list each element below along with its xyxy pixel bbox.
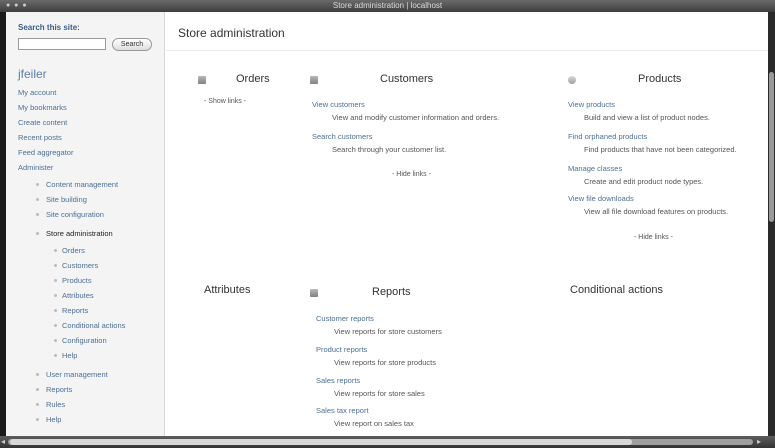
sidebar-item-my-account[interactable]: My account xyxy=(18,88,56,97)
conditional-actions-block-title: Conditional actions xyxy=(570,284,663,296)
sidebar-item-customers[interactable]: Customers xyxy=(62,261,98,270)
bullet-icon xyxy=(54,279,57,282)
manage-classes-desc: Create and edit product node types. xyxy=(584,177,704,186)
products-block-title: Products xyxy=(638,73,682,85)
bullet-icon xyxy=(36,388,39,391)
orders-block-icon xyxy=(198,76,206,84)
title-divider xyxy=(164,50,768,51)
search-customers-desc: Search through your customer list. xyxy=(332,145,447,154)
vertical-scrollbar[interactable] xyxy=(768,12,775,436)
manage-classes-link[interactable]: Manage classes xyxy=(568,164,622,173)
view-customers-link[interactable]: View customers xyxy=(312,100,365,109)
sidebar: Search this site: Search jfeiler My acco… xyxy=(6,12,165,436)
horizontal-scroll-thumb[interactable] xyxy=(10,439,632,445)
sidebar-item-recent-posts[interactable]: Recent posts xyxy=(18,133,62,142)
scroll-right-arrow-icon[interactable]: ▸ xyxy=(757,437,761,446)
sales-reports-link[interactable]: Sales reports xyxy=(316,376,360,385)
page-title: Store administration xyxy=(178,26,285,40)
bullet-icon xyxy=(54,309,57,312)
sidebar-item-store-administration[interactable]: Store administration xyxy=(46,229,113,238)
sidebar-item-conditional-actions[interactable]: Conditional actions xyxy=(62,321,125,330)
main-content: Store administration Orders - Show links… xyxy=(164,12,768,436)
product-reports-link[interactable]: Product reports xyxy=(316,345,367,354)
customers-block-icon xyxy=(310,76,318,84)
find-orphaned-products-desc: Find products that have not been categor… xyxy=(584,145,737,154)
username-heading: jfeiler xyxy=(18,67,47,81)
bullet-icon xyxy=(54,324,57,327)
sidebar-item-products[interactable]: Products xyxy=(62,276,92,285)
product-reports-desc: View reports for store products xyxy=(334,358,436,367)
sidebar-item-user-management[interactable]: User management xyxy=(46,370,108,379)
attributes-block-title: Attributes xyxy=(204,284,251,296)
sidebar-item-admin-reports[interactable]: Reports xyxy=(46,385,72,394)
sidebar-item-reports[interactable]: Reports xyxy=(62,306,88,315)
bullet-icon xyxy=(36,403,39,406)
sidebar-item-help[interactable]: Help xyxy=(46,415,61,424)
view-file-downloads-desc: View all file download features on produ… xyxy=(584,207,729,216)
bullet-icon xyxy=(36,373,39,376)
sidebar-item-configuration[interactable]: Configuration xyxy=(62,336,107,345)
bullet-icon xyxy=(54,354,57,357)
bullet-icon xyxy=(36,183,39,186)
bullet-icon xyxy=(36,418,39,421)
view-products-desc: Build and view a list of product nodes. xyxy=(584,113,710,122)
sidebar-item-attributes[interactable]: Attributes xyxy=(62,291,94,300)
bullet-icon xyxy=(36,232,39,235)
sidebar-item-my-bookmarks[interactable]: My bookmarks xyxy=(18,103,67,112)
sidebar-item-store-help[interactable]: Help xyxy=(62,351,77,360)
customer-reports-desc: View reports for store customers xyxy=(334,327,442,336)
sidebar-item-administer[interactable]: Administer xyxy=(18,163,53,172)
sales-reports-desc: View reports for store sales xyxy=(334,389,425,398)
view-customers-desc: View and modify customer information and… xyxy=(332,113,500,122)
search-button[interactable]: Search xyxy=(112,38,152,51)
search-customers-link[interactable]: Search customers xyxy=(312,132,372,141)
sidebar-item-create-content[interactable]: Create content xyxy=(18,118,67,127)
bullet-icon xyxy=(54,249,57,252)
sidebar-item-site-configuration[interactable]: Site configuration xyxy=(46,210,104,219)
horizontal-scrollbar[interactable]: ◂ ▸ xyxy=(0,436,775,448)
browser-page: Search this site: Search jfeiler My acco… xyxy=(6,12,768,436)
bullet-icon xyxy=(54,264,57,267)
view-products-link[interactable]: View products xyxy=(568,100,615,109)
bullet-icon xyxy=(54,294,57,297)
view-file-downloads-link[interactable]: View file downloads xyxy=(568,194,634,203)
bullet-icon xyxy=(54,339,57,342)
sidebar-item-content-management[interactable]: Content management xyxy=(46,180,118,189)
products-block-icon xyxy=(568,76,576,84)
scroll-left-arrow-icon[interactable]: ◂ xyxy=(1,437,5,446)
sales-tax-report-desc: View report on sales tax xyxy=(334,419,414,428)
search-input[interactable] xyxy=(18,38,106,50)
orders-show-links[interactable]: - Show links - xyxy=(204,98,246,105)
products-hide-links[interactable]: - Hide links - xyxy=(634,234,673,241)
vertical-scroll-thumb[interactable] xyxy=(769,72,774,222)
sidebar-item-orders[interactable]: Orders xyxy=(62,246,85,255)
window-titlebar: ● ● ● Store administration | localhost xyxy=(0,0,775,12)
sidebar-item-rules[interactable]: Rules xyxy=(46,400,65,409)
customers-block-title: Customers xyxy=(380,73,434,85)
reports-block-icon xyxy=(310,289,318,297)
orders-block-title: Orders xyxy=(236,73,270,85)
reports-block-title: Reports xyxy=(372,286,411,298)
bullet-icon xyxy=(36,213,39,216)
sidebar-item-site-building[interactable]: Site building xyxy=(46,195,87,204)
bullet-icon xyxy=(36,198,39,201)
find-orphaned-products-link[interactable]: Find orphaned products xyxy=(568,132,647,141)
sidebar-item-feed-aggregator[interactable]: Feed aggregator xyxy=(18,148,73,157)
search-label: Search this site: xyxy=(18,23,80,32)
customer-reports-link[interactable]: Customer reports xyxy=(316,314,374,323)
sales-tax-report-link[interactable]: Sales tax report xyxy=(316,406,369,415)
window-title: Store administration | localhost xyxy=(332,1,443,10)
customers-hide-links[interactable]: - Hide links - xyxy=(392,171,431,178)
